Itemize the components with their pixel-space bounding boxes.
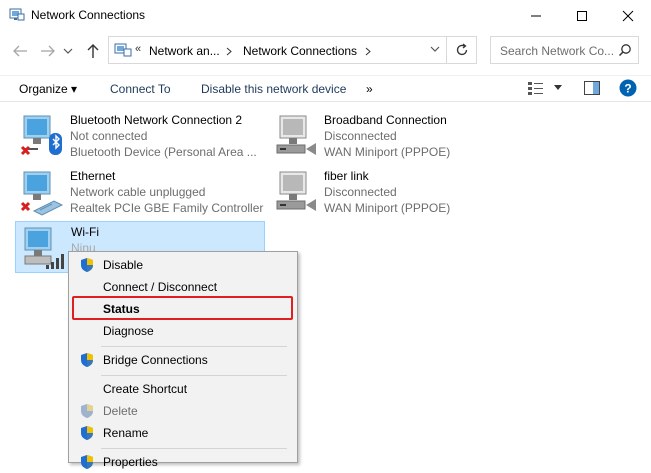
- menu-separator: [101, 448, 287, 449]
- menu-item-connect-disconnect[interactable]: Connect / Disconnect: [72, 276, 294, 298]
- connection-name: Broadband Connection: [324, 113, 447, 127]
- wifi-adapter-icon: [24, 227, 64, 269]
- connection-name: Bluetooth Network Connection 2: [70, 113, 243, 127]
- bluetooth-adapter-icon: [20, 115, 62, 156]
- close-icon: [622, 10, 634, 21]
- minimize-icon: [531, 15, 541, 16]
- menu-item-delete: Delete: [72, 400, 294, 422]
- uac-shield-icon: [81, 258, 93, 272]
- uac-shield-icon: [81, 426, 93, 440]
- menu-item-rename[interactable]: Rename: [72, 422, 294, 444]
- title-bar: Network Connections: [0, 0, 651, 31]
- arrow-left-icon: [13, 45, 27, 57]
- connection-device: WAN Miniport (PPPOE): [324, 145, 451, 159]
- command-bar: Organize ▾ Connect To Disable this netwo…: [0, 75, 651, 102]
- maximize-button[interactable]: [559, 0, 605, 31]
- connection-device: Bluetooth Device (Personal Area ...: [70, 145, 257, 159]
- address-bar[interactable]: « Network an... Network Connections: [108, 36, 447, 64]
- up-button[interactable]: [84, 42, 102, 60]
- menu-separator: [101, 346, 287, 347]
- view-options-icon[interactable]: [527, 80, 545, 96]
- chevron-right-icon[interactable]: [365, 47, 371, 56]
- menu-label: Properties: [103, 455, 158, 469]
- organize-dropdown-arrow[interactable]: ▾: [71, 82, 77, 96]
- help-icon[interactable]: ?: [619, 79, 637, 97]
- connection-item[interactable]: Ethernet Network cable unplugged Realtek…: [15, 166, 265, 218]
- connection-status: Disconnected: [324, 129, 397, 143]
- window-title: Network Connections: [31, 8, 146, 22]
- recent-locations-button[interactable]: [62, 42, 74, 60]
- menu-label: Rename: [103, 426, 149, 440]
- menu-label: Create Shortcut: [103, 382, 188, 396]
- uac-shield-icon: [81, 404, 93, 418]
- refresh-icon: [456, 43, 467, 56]
- back-button[interactable]: [11, 42, 29, 60]
- menu-separator: [101, 375, 287, 376]
- preview-pane-icon[interactable]: [583, 80, 601, 96]
- minimize-button[interactable]: [513, 0, 559, 31]
- menu-item-properties[interactable]: Properties: [72, 451, 294, 473]
- network-folder-icon: [114, 43, 132, 57]
- menu-item-disable[interactable]: Disable: [72, 254, 294, 276]
- connection-status: Network cable unplugged: [70, 185, 206, 199]
- connection-item[interactable]: Bluetooth Network Connection 2 Not conne…: [15, 110, 265, 162]
- connection-item[interactable]: fiber link Disconnected WAN Miniport (PP…: [269, 166, 519, 218]
- menu-label: Connect / Disconnect: [103, 280, 218, 294]
- connection-status: Disconnected: [324, 185, 397, 199]
- overflow-chevron[interactable]: «: [135, 43, 141, 55]
- close-button[interactable]: [605, 0, 651, 31]
- connection-status: Not connected: [70, 129, 148, 143]
- menu-label: Bridge Connections: [103, 353, 208, 367]
- disable-device-button[interactable]: Disable this network device: [201, 82, 346, 96]
- uac-shield-icon: [81, 353, 93, 367]
- status-highlight-box: [72, 296, 293, 320]
- wan-miniport-icon: [276, 115, 316, 155]
- maximize-icon: [577, 10, 587, 21]
- breadcrumb-network-and-internet[interactable]: Network an...: [149, 44, 220, 58]
- chevron-right-icon[interactable]: [226, 47, 232, 56]
- organize-menu[interactable]: Organize: [19, 82, 68, 96]
- menu-item-create-shortcut[interactable]: Create Shortcut: [72, 378, 294, 400]
- menu-label: Diagnose: [103, 324, 154, 338]
- menu-item-bridge-connections[interactable]: Bridge Connections: [72, 349, 294, 371]
- svg-text:?: ?: [624, 82, 631, 96]
- chevron-down-icon: [63, 48, 73, 54]
- network-folder-icon: [9, 8, 25, 21]
- connection-device: Realtek PCIe GBE Family Controller: [70, 201, 264, 215]
- wan-miniport-icon: [276, 171, 316, 211]
- connection-device: WAN Miniport (PPPOE): [324, 201, 451, 215]
- connection-name: Ethernet: [70, 169, 116, 183]
- connection-name: fiber link: [324, 169, 369, 183]
- context-menu: Disable Connect / Disconnect Status Diag…: [68, 251, 298, 469]
- connect-to-button[interactable]: Connect To: [110, 82, 171, 96]
- uac-shield-icon: [81, 455, 93, 469]
- connection-name: Wi-Fi: [71, 225, 99, 239]
- menu-label: Delete: [103, 404, 138, 418]
- search-icon[interactable]: [618, 43, 632, 57]
- chevron-down-icon[interactable]: [430, 45, 440, 53]
- connection-item[interactable]: Broadband Connection Disconnected WAN Mi…: [269, 110, 519, 162]
- arrow-right-icon: [41, 45, 55, 57]
- search-placeholder: Search Network Co...: [500, 44, 613, 58]
- menu-item-diagnose[interactable]: Diagnose: [72, 320, 294, 342]
- menu-label: Disable: [103, 258, 144, 272]
- forward-button[interactable]: [39, 42, 57, 60]
- ethernet-adapter-icon: [20, 171, 64, 216]
- chevron-down-icon[interactable]: [553, 84, 563, 92]
- breadcrumb-network-connections[interactable]: Network Connections: [243, 44, 357, 58]
- arrow-up-icon: [87, 44, 99, 58]
- refresh-button[interactable]: [447, 36, 477, 64]
- search-input[interactable]: Search Network Co...: [490, 36, 639, 64]
- more-commands-button[interactable]: »: [366, 82, 373, 96]
